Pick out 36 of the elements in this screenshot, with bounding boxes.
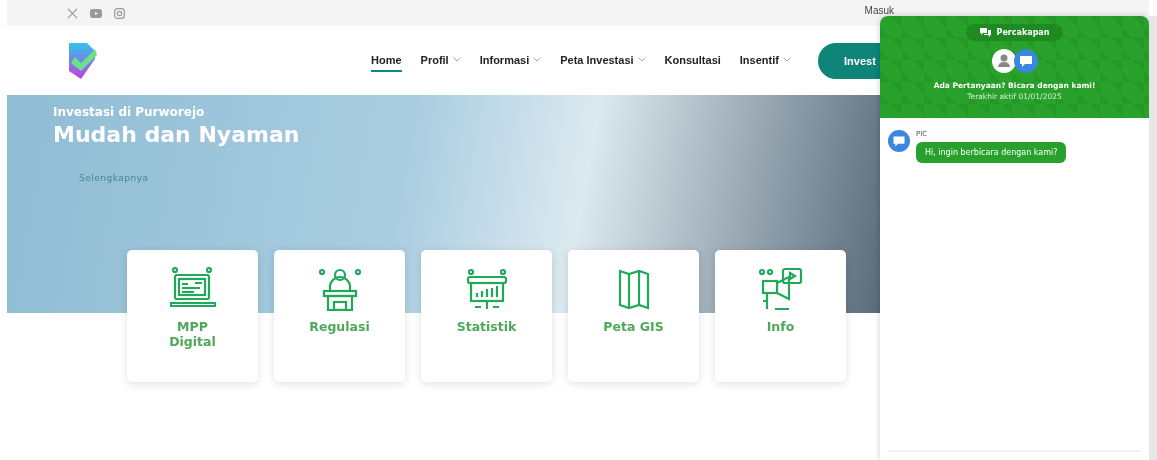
service-label: Statistik bbox=[455, 319, 518, 334]
chat-avatar-icon bbox=[1013, 49, 1038, 73]
hero-subtitle: Investasi di Purworejo bbox=[53, 105, 206, 119]
nav-link[interactable]: Informasi bbox=[479, 49, 542, 72]
service-card[interactable]: Info bbox=[715, 250, 846, 382]
instagram-icon[interactable] bbox=[114, 7, 125, 19]
chevron-down-icon bbox=[452, 57, 461, 62]
chevron-down-icon bbox=[533, 57, 542, 62]
youtube-icon[interactable] bbox=[90, 8, 102, 18]
chat-bubbles-icon bbox=[979, 28, 991, 37]
message-bubble: Hi, ingin berbicara dengan kami? bbox=[916, 142, 1067, 163]
service-card[interactable]: Regulasi bbox=[274, 250, 405, 382]
service-label: MPP Digital bbox=[168, 319, 217, 349]
chevron-down-icon bbox=[637, 57, 646, 62]
service-card[interactable]: Peta GIS bbox=[568, 250, 699, 382]
nav-link[interactable]: Insentif bbox=[739, 49, 791, 72]
login-link[interactable]: Masuk bbox=[864, 5, 894, 16]
conversations-tab[interactable]: Percakapan bbox=[965, 24, 1064, 41]
nav-link[interactable]: Home bbox=[371, 49, 402, 72]
service-label: Regulasi bbox=[308, 319, 371, 334]
nav-link[interactable]: Konsultasi bbox=[664, 49, 721, 72]
logo-icon[interactable] bbox=[67, 40, 99, 81]
avatar-icon bbox=[991, 49, 1016, 73]
nav-link[interactable]: Peta Investasi bbox=[560, 49, 646, 72]
nav-link[interactable]: Profil bbox=[420, 49, 461, 72]
megaphone-icon bbox=[756, 267, 805, 311]
scrollbar[interactable] bbox=[1149, 16, 1157, 460]
service-card[interactable]: Statistik bbox=[421, 250, 552, 382]
invest-button[interactable]: Invest bbox=[818, 42, 880, 79]
hero-title: Mudah dan Nyaman bbox=[53, 122, 301, 147]
chevron-down-icon bbox=[782, 57, 791, 62]
chat-avatar-icon bbox=[888, 130, 910, 152]
service-label: Info bbox=[765, 319, 796, 334]
service-label: Peta GIS bbox=[602, 319, 665, 334]
x-icon[interactable] bbox=[67, 7, 78, 19]
service-card[interactable]: MPP Digital bbox=[127, 250, 258, 382]
